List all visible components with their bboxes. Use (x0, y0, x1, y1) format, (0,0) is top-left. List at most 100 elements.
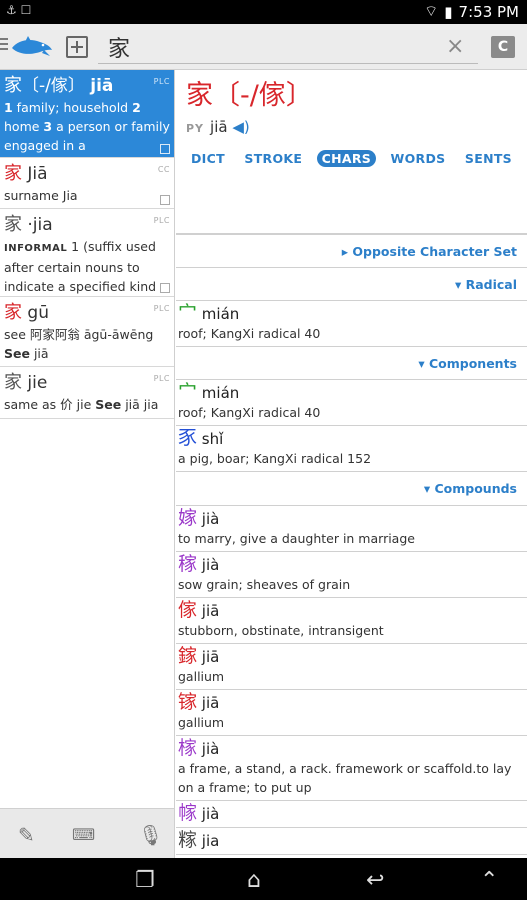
tab-stroke[interactable]: STROKE (239, 150, 307, 167)
char-glyph: 榢 (178, 737, 198, 759)
char-definition: sow grain; sheaves of grain (178, 577, 351, 592)
entry-pinyin: jiā (210, 118, 228, 136)
result-tag: PLC (153, 216, 170, 225)
keyboard-icon[interactable]: ⌨ (72, 825, 95, 844)
char-glyph: 豕 (178, 427, 198, 449)
char-glyph: 嫁 (178, 507, 198, 529)
result-item-3[interactable]: PLC 家 gū see 阿家阿翁 āgū-āwēng See jiā (0, 297, 174, 367)
result-definition: same as 价 jie See jiā jia (4, 397, 159, 412)
char-definition: to marry, give a daughter in marriage (178, 531, 415, 546)
result-headword: 家 (4, 75, 22, 96)
char-definition: roof; KangXi radical 40 (178, 405, 321, 420)
app-logo[interactable] (10, 34, 54, 60)
compounds-section-header[interactable]: ▾ Compounds (176, 472, 527, 506)
back-icon[interactable]: ↩ (366, 868, 384, 893)
char-glyph: 镓 (178, 691, 198, 713)
result-item-1[interactable]: CC 家 Jiā surname Jia (0, 158, 174, 209)
compound-item[interactable]: 幏 jià (176, 801, 527, 828)
entry-panel: 家〔-/傢〕 PY jiā ◀) DICT STROKE CHARS WORDS … (176, 70, 527, 858)
result-tag: PLC (153, 77, 170, 86)
components-section-header[interactable]: ▾ Components (176, 347, 527, 380)
char-pinyin: jiā (201, 694, 220, 712)
add-flashcard-button[interactable] (66, 36, 88, 58)
radical-section-header[interactable]: ▾ Radical (176, 268, 527, 301)
char-definition: gallium (178, 669, 225, 684)
char-definition: gallium (178, 715, 225, 730)
compound-item[interactable]: 榢 jià a frame, a stand, a rack. framework… (176, 736, 527, 801)
char-pinyin: jià (201, 805, 220, 823)
results-list: PLC 家〔-/傢〕 jiā 1 family; household 2 hom… (0, 70, 175, 808)
char-definition: a frame, a stand, a rack. framework or s… (178, 761, 512, 795)
char-pinyin: jiā (201, 648, 220, 666)
compound-item[interactable]: 稼 jià sow grain; sheaves of grain (176, 552, 527, 598)
char-glyph: 傢 (178, 599, 198, 621)
result-trad: 〔-/傢〕 (22, 76, 85, 96)
tab-sents[interactable]: SENTS (460, 150, 517, 167)
result-definition: surname Jia (4, 188, 78, 203)
char-glyph: 鎵 (178, 645, 198, 667)
home-icon[interactable]: ⌂ (247, 868, 261, 893)
microphone-icon[interactable]: 🎙 (138, 823, 163, 847)
result-pinyin: jiā (90, 76, 114, 96)
entry-header: 家〔-/傢〕 PY jiā ◀) DICT STROKE CHARS WORDS … (176, 70, 527, 234)
result-tag: CC (157, 165, 170, 174)
result-definition: 1 family; household 2 home 3 a person or… (4, 100, 170, 153)
char-pinyin: mián (201, 384, 240, 402)
wifi-icon: ⌔ (424, 2, 439, 20)
battery-icon: ▮ (444, 2, 453, 21)
entry-headword: 家〔-/傢〕 (186, 80, 313, 111)
char-definition: stubborn, obstinate, intransigent (178, 623, 384, 638)
char-pinyin: jià (201, 740, 220, 758)
result-pinyin: gū (27, 303, 49, 323)
status-bar: ⚓ ☐ ⌔ ▮ 7:53 PM (0, 0, 527, 24)
handwriting-icon[interactable]: ✎ (18, 823, 35, 847)
entry-tabs: DICT STROKE CHARS WORDS SENTS (186, 150, 517, 167)
speaker-icon[interactable]: ◀) (232, 118, 249, 136)
component-item[interactable]: 豕 shǐ a pig, boar; KangXi radical 152 (176, 426, 527, 472)
compound-item[interactable]: 傢 jiā stubborn, obstinate, intransigent (176, 598, 527, 644)
compound-item[interactable]: 糘 jia (176, 828, 527, 855)
input-toolbar: ✎ ⌨ 🎙 (0, 808, 175, 858)
char-glyph: 宀 (178, 302, 198, 324)
result-pinyin: ·jia (27, 215, 53, 235)
py-label: PY (186, 122, 205, 135)
clear-search-icon[interactable]: × (446, 36, 464, 58)
char-pinyin: jia (201, 832, 220, 850)
compound-item[interactable]: 镓 jiā gallium (176, 690, 527, 736)
collapse-icon[interactable]: ⌃ (480, 868, 498, 893)
result-headword: 家 (4, 214, 22, 235)
char-definition: roof; KangXi radical 40 (178, 326, 321, 341)
action-bar: × C (0, 24, 527, 70)
result-pinyin: jie (27, 373, 48, 393)
opposite-charset-link[interactable]: ▸ Opposite Character Set (176, 234, 527, 268)
menu-icon[interactable] (0, 38, 10, 52)
char-glyph: 糘 (178, 829, 198, 851)
result-headword: 家 (4, 372, 22, 393)
usb-icon: ⚓ ☐ (6, 3, 32, 17)
recent-apps-icon[interactable]: ❐ (135, 868, 155, 893)
clock: 7:53 PM (458, 2, 519, 21)
tab-dict[interactable]: DICT (186, 150, 230, 167)
expand-icon[interactable] (160, 283, 170, 293)
char-pinyin: mián (201, 305, 240, 323)
result-item-4[interactable]: PLC 家 jie same as 价 jie See jiā jia (0, 367, 174, 419)
search-box[interactable] (98, 32, 478, 64)
result-definition: INFORMAL 1 (suffix used after certain no… (4, 239, 157, 294)
result-item-0[interactable]: PLC 家〔-/傢〕 jiā 1 family; household 2 hom… (0, 70, 174, 158)
result-item-2[interactable]: PLC 家 ·jia INFORMAL 1 (suffix used after… (0, 209, 174, 297)
mode-button[interactable]: C (491, 36, 515, 58)
char-glyph: 幏 (178, 802, 198, 824)
tab-chars[interactable]: CHARS (316, 150, 377, 167)
search-input[interactable] (98, 32, 478, 62)
char-pinyin: jià (201, 510, 220, 528)
expand-icon[interactable] (160, 195, 170, 205)
expand-icon[interactable] (160, 144, 170, 154)
result-headword: 家 (4, 163, 22, 184)
tab-words[interactable]: WORDS (386, 150, 451, 167)
component-item[interactable]: 宀 mián roof; KangXi radical 40 (176, 380, 527, 426)
radical-item[interactable]: 宀 mián roof; KangXi radical 40 (176, 301, 527, 347)
result-tag: PLC (153, 304, 170, 313)
char-pinyin: jià (201, 556, 220, 574)
compound-item[interactable]: 鎵 jiā gallium (176, 644, 527, 690)
compound-item[interactable]: 嫁 jià to marry, give a daughter in marria… (176, 506, 527, 552)
